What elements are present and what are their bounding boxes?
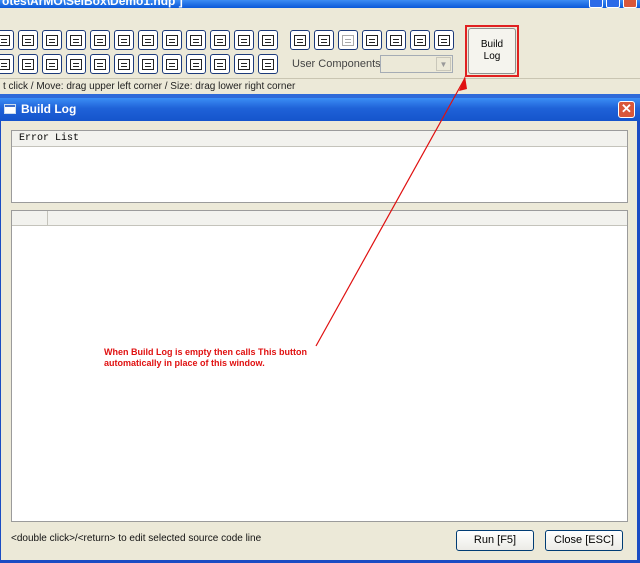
edit-icon[interactable] (90, 54, 110, 74)
tree-icon[interactable] (186, 30, 206, 50)
scroll-icon[interactable] (186, 54, 206, 74)
report-icon[interactable] (258, 54, 278, 74)
component-3-icon[interactable] (338, 30, 358, 50)
component-1-icon[interactable] (290, 30, 310, 50)
log-list-header (12, 211, 627, 226)
error-list-header: Error List (12, 131, 627, 147)
error-list-panel[interactable]: Error List (11, 130, 628, 203)
component-5-icon[interactable] (386, 30, 406, 50)
dialog-title: Build Log (21, 102, 77, 116)
maximize-button[interactable] (606, 0, 620, 8)
list-icon[interactable] (162, 54, 182, 74)
close-button[interactable]: Close [ESC] (545, 530, 623, 551)
build-log-line2: Log (483, 51, 501, 62)
run-button[interactable]: Run [F5] (456, 530, 534, 551)
user-components-select[interactable]: ▼ (380, 55, 453, 73)
folder-icon[interactable] (42, 54, 62, 74)
step-icon[interactable] (66, 30, 86, 50)
close-icon[interactable]: ✕ (618, 101, 635, 118)
component-6-icon[interactable] (410, 30, 430, 50)
ide-close-button[interactable] (623, 0, 637, 8)
ide-title: otes\ArMO\SelBox\Demo1.hdp ] (2, 0, 183, 8)
ide-titlebar: otes\ArMO\SelBox\Demo1.hdp ] (0, 0, 640, 8)
table-icon[interactable] (42, 30, 62, 50)
text-icon[interactable] (114, 54, 134, 74)
build-log-button[interactable]: Build Log (468, 28, 516, 74)
annotation-line-2: automatically in place of this window. (104, 358, 265, 368)
chevron-down-icon[interactable]: ▼ (436, 57, 451, 71)
annotation-text: When Build Log is empty then calls This … (104, 347, 334, 369)
listbox-icon[interactable] (18, 30, 38, 50)
calendar-icon[interactable] (210, 30, 230, 50)
dialog-titlebar[interactable]: Build Log ✕ (0, 98, 640, 121)
grid-icon[interactable] (90, 30, 110, 50)
label-icon[interactable] (114, 30, 134, 50)
component-7-icon[interactable] (434, 30, 454, 50)
component-4-icon[interactable] (362, 30, 382, 50)
build-log-dialog: Build Log ✕ Error List <double click>/<r… (0, 98, 640, 563)
frame-icon[interactable] (138, 30, 158, 50)
ide-status-line: t click / Move: drag upper left corner /… (0, 78, 640, 94)
component-2-icon[interactable] (314, 30, 334, 50)
panel-icon[interactable] (258, 30, 278, 50)
screen: otes\ArMO\SelBox\Demo1.hdp ] User Compon… (0, 0, 640, 563)
build-log-line1: Build (480, 39, 504, 50)
minimize-button[interactable] (589, 0, 603, 8)
annotation-line-1: When Build Log is empty then calls This … (104, 347, 308, 357)
ab-label-icon[interactable] (234, 30, 254, 50)
checkbox-icon[interactable] (0, 30, 14, 50)
image-icon[interactable] (162, 30, 182, 50)
window-icon (4, 104, 16, 114)
spreadsheet-icon[interactable] (138, 54, 158, 74)
rectangle-icon[interactable] (234, 54, 254, 74)
component-toolbar: User Components: ▼ Build Log (0, 8, 640, 78)
tabs-icon[interactable] (66, 54, 86, 74)
hint-text: <double click>/<return> to edit selected… (11, 533, 262, 544)
timer-icon[interactable] (0, 54, 14, 74)
picture-icon[interactable] (210, 54, 230, 74)
radio-icon[interactable] (18, 54, 38, 74)
log-column-1-header[interactable] (12, 211, 48, 225)
user-components-label: User Components: (292, 58, 384, 70)
